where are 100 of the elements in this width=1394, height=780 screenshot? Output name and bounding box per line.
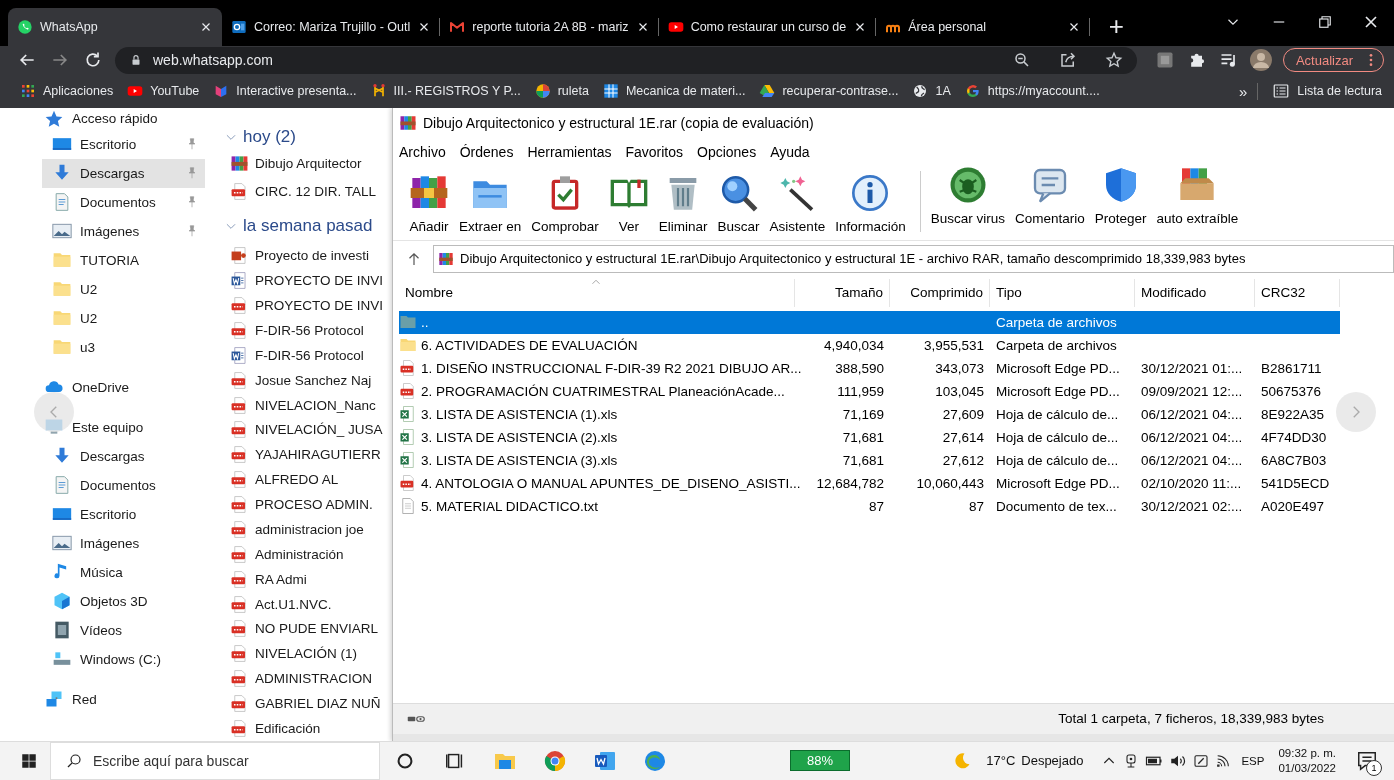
restore-icon[interactable] xyxy=(1316,13,1334,31)
file-row[interactable]: .. Carpeta de archivos xyxy=(399,310,1340,334)
toolbar-button[interactable]: Comentario xyxy=(1010,170,1089,232)
nav-item[interactable]: TUTORIA xyxy=(42,245,205,275)
column-header[interactable]: Modificado xyxy=(1135,278,1255,307)
file-row[interactable]: 4. ANTOLOGIA O MANUAL APUNTES_DE_DISENO_ASISTI... 12,684,782 10,060,443 Microsoft Edge PD... 02/10/2020 11:... 541D5ECD xyxy=(399,471,1340,495)
file-name[interactable]: Josue Sanchez Naj xyxy=(255,372,372,388)
file-name[interactable]: F-DIR-56 Protocol xyxy=(255,322,364,338)
menu-item[interactable]: Órdenes xyxy=(459,144,514,161)
toolbar-button[interactable]: Ver xyxy=(604,166,653,240)
start-icon[interactable] xyxy=(20,752,38,770)
file-row[interactable]: 5. MATERIAL DIDACTICO.txt 87 87 Documento de tex... 30/12/2021 02:... A020E497 xyxy=(399,494,1340,518)
file-name[interactable]: CIRC. 12 DIR. TALL xyxy=(255,184,377,200)
file-name[interactable]: PROYECTO DE INVI xyxy=(255,273,384,289)
browser-icon[interactable] xyxy=(543,749,567,773)
file-name[interactable]: RA Admi xyxy=(255,571,307,587)
file-row[interactable]: 3. LISTA DE ASISTENCIA (3).xls 71,681 27,612 Hoja de cálculo de... 06/12/2021 04:... 6A8C7B03 xyxy=(399,448,1340,472)
reading-list-link[interactable]: Lista de lectura xyxy=(1297,84,1382,99)
nav-item[interactable]: Windows (C:) xyxy=(42,644,205,674)
toolbar-button[interactable]: auto extraíble xyxy=(1152,170,1243,232)
weather-text[interactable]: Despejado xyxy=(1021,753,1084,769)
avatar-icon[interactable] xyxy=(1248,48,1273,73)
browser-tab[interactable]: reporte tutoria 2A 8B - mariz xyxy=(440,7,659,46)
file-name[interactable]: NIVELACIÓN (1) xyxy=(255,646,358,662)
wifi-icon[interactable] xyxy=(1215,753,1232,769)
browser-tab[interactable]: Como restaurar un curso de xyxy=(658,7,877,46)
star-icon[interactable] xyxy=(1104,51,1123,70)
toolbar-button[interactable]: Asistente xyxy=(765,166,830,240)
toolbar-button[interactable]: Buscar virus xyxy=(926,170,1009,232)
file-row[interactable]: 1. DISEÑO INSTRUCCIONAL F-DIR-39 R2 2021 DIBUJO AR... 388,590 343,073 Microsoft Edge PD... 30/12/2021 01:... B2861711 xyxy=(399,356,1340,380)
bookmark-link[interactable]: Interactive presenta... xyxy=(236,84,357,99)
nav-item[interactable]: Música xyxy=(42,557,205,587)
file-row[interactable]: 3. LISTA DE ASISTENCIA (1).xls 71,169 27,609 Hoja de cálculo de... 06/12/2021 04:... 8E922A35 xyxy=(399,402,1340,426)
browser-icon[interactable] xyxy=(643,749,667,773)
nav-item[interactable]: OneDrive xyxy=(0,372,205,402)
time-text[interactable]: 09:32 p. m. xyxy=(1278,746,1336,761)
file-name[interactable]: PROCESO ADMIN. xyxy=(255,497,373,513)
file-name[interactable]: Edificación xyxy=(255,720,321,736)
menu-item[interactable]: Opciones xyxy=(697,144,757,161)
share-icon[interactable] xyxy=(1058,51,1077,70)
toolbar-button[interactable]: Proteger xyxy=(1090,170,1151,232)
file-name[interactable]: Proyecto de investi xyxy=(255,248,370,264)
notification-button[interactable]: 1 xyxy=(1352,746,1382,776)
nav-item[interactable]: Acceso rápido xyxy=(0,107,205,130)
group-header[interactable]: la semana pasad xyxy=(243,216,373,237)
file-name[interactable]: NIVELACION_Nanc xyxy=(255,397,376,413)
column-header[interactable]: Comprimido xyxy=(890,278,990,307)
file-name[interactable]: ALFREDO AL xyxy=(255,472,339,488)
date-text[interactable]: 01/03/2022 xyxy=(1278,761,1336,776)
toolbar-button[interactable]: Comprobar xyxy=(527,166,603,240)
bookmark-link[interactable]: ruleta xyxy=(557,84,589,99)
bookmark-link[interactable]: III.- REGISTROS Y P... xyxy=(393,84,521,99)
nav-item[interactable]: u3 xyxy=(42,332,205,362)
nav-item[interactable]: Imágenes xyxy=(42,528,205,558)
bookmark-link[interactable]: Aplicaciones xyxy=(43,84,114,99)
path-field[interactable]: Dibujo Arquitectonico y estructural 1E.rar\Dibujo Arquitectonico y estructural 1E - archivo RAR, tamaño descomprimido 18,339,983 bytes xyxy=(433,244,1394,273)
nav-item[interactable]: Documentos xyxy=(42,187,205,217)
pen-icon[interactable] xyxy=(1193,753,1210,769)
menu-item[interactable]: Herramientas xyxy=(527,144,612,161)
bookmark-link[interactable]: recuperar-contrase... xyxy=(782,84,899,99)
new-tab-button[interactable]: + xyxy=(1098,7,1135,46)
bookmark-link[interactable]: 1A xyxy=(935,84,951,99)
column-header[interactable]: Tipo xyxy=(990,278,1135,307)
toolbar-button[interactable]: Buscar xyxy=(713,166,764,240)
address-bar[interactable]: web.whatsapp.com xyxy=(115,46,1137,74)
language-indicator[interactable]: ESP xyxy=(1241,755,1265,767)
nav-item[interactable]: Vídeos xyxy=(42,615,205,645)
file-name[interactable]: Dibujo Arquitector xyxy=(255,156,362,172)
bookmark-link[interactable]: YouTube xyxy=(150,84,200,99)
more-bookmarks-button[interactable]: » xyxy=(1238,82,1259,100)
file-name[interactable]: ADMINISTRACION xyxy=(255,671,372,687)
document-icon[interactable] xyxy=(593,749,617,773)
bookmark-link[interactable]: Mecanica de materi... xyxy=(625,84,746,99)
toolbar-button[interactable]: Extraer en xyxy=(455,166,526,240)
file-row[interactable]: 2. PROGRAMACIÓN CUATRIMESTRAL PlaneaciónAcade... 111,959 103,045 Microsoft Edge PD... 09/09/2021 12:... 50675376 xyxy=(399,379,1340,403)
nav-item[interactable]: Escritorio xyxy=(42,129,205,159)
bookmark-link[interactable]: https://myaccount.... xyxy=(987,84,1100,99)
browser-tab[interactable]: WhatsApp xyxy=(8,7,222,46)
nav-item[interactable]: Descargas xyxy=(42,158,205,188)
group-header[interactable]: hoy (2) xyxy=(243,126,296,147)
menu-item[interactable]: Ayuda xyxy=(770,144,810,161)
file-row[interactable]: 3. LISTA DE ASISTENCIA (2).xls 71,681 27,614 Hoja de cálculo de... 06/12/2021 04:... 4F74DD30 xyxy=(399,425,1340,449)
file-row[interactable]: 6. ACTIVIDADES DE EVALUACIÓN 4,940,034 3,955,531 Carpeta de archivos xyxy=(399,333,1340,357)
file-name[interactable]: administracion joe xyxy=(255,521,364,537)
nav-item[interactable]: Documentos xyxy=(42,470,205,500)
file-name[interactable]: Administración xyxy=(255,546,344,562)
column-header[interactable]: CRC32 xyxy=(1255,278,1340,307)
column-header[interactable]: Nombre xyxy=(399,278,795,307)
temperature-text[interactable]: 17°C xyxy=(986,753,1016,769)
toolbar-button[interactable]: Añadir xyxy=(405,166,453,240)
file-name[interactable]: NIVELACIÓN_ JUSA xyxy=(255,422,383,438)
file-name[interactable]: YAJAHIRAGUTIERR xyxy=(255,447,381,463)
file-name[interactable]: PROYECTO DE INVI xyxy=(255,298,384,314)
toolbar-button[interactable]: Información xyxy=(831,166,910,240)
nav-item[interactable]: Escritorio xyxy=(42,499,205,529)
file-name[interactable]: F-DIR-56 Protocol xyxy=(255,347,364,363)
browser-tab[interactable]: Área personal xyxy=(876,7,1091,46)
file-name[interactable]: NO PUDE ENVIARL xyxy=(255,621,379,637)
search-field[interactable]: Escribe aquí para buscar xyxy=(50,742,380,780)
file-name[interactable]: GABRIEL DIAZ NUÑ xyxy=(255,696,381,712)
